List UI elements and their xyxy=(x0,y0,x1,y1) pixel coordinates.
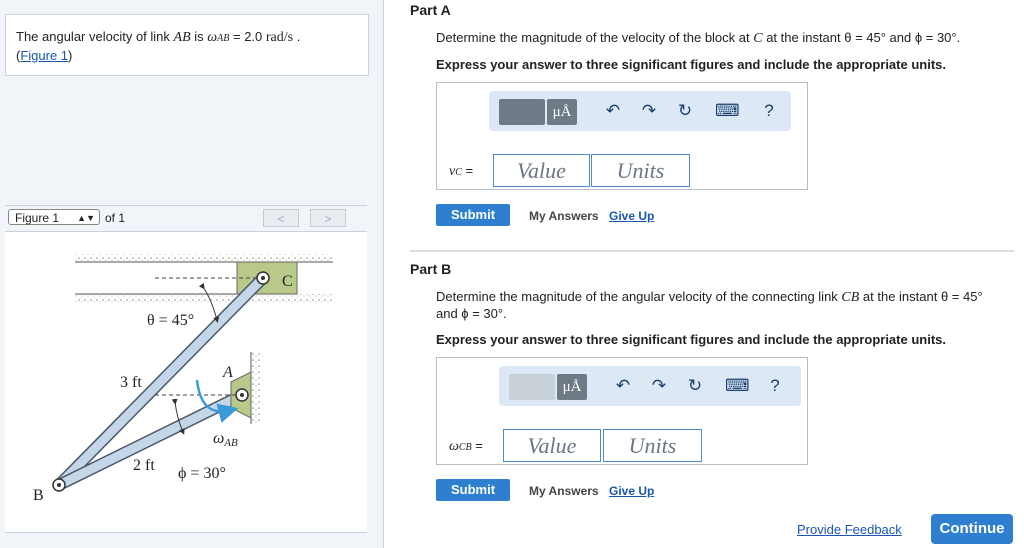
part-b-submit-button[interactable]: Submit xyxy=(436,479,510,501)
left-panel: The angular velocity of link AB is ωAB =… xyxy=(0,0,383,548)
figure-navigation: Figure 1 ▲▼ of 1 < > xyxy=(5,205,367,230)
undo-icon[interactable]: ↶ xyxy=(603,101,623,121)
lower-guide xyxy=(75,294,333,302)
label-b: B xyxy=(33,487,44,504)
label-a: A xyxy=(222,364,233,381)
help-icon[interactable]: ? xyxy=(765,376,785,396)
figure-area: C A B θ = 45° 3 ft 2 ft ωAB ϕ = 30° xyxy=(5,231,367,533)
help-icon[interactable]: ? xyxy=(759,101,779,121)
keyboard-icon[interactable]: ⌨ xyxy=(715,101,740,121)
part-a-submit-button[interactable]: Submit xyxy=(436,204,510,226)
continue-button[interactable]: Continue xyxy=(931,514,1013,544)
part-a-toolbar: μÅ ↶ ↷ ↻ ⌨ ? xyxy=(489,91,791,131)
part-a-title: Part A xyxy=(410,2,451,18)
part-b-toolbar: μÅ ↶ ↷ ↻ ⌨ ? xyxy=(499,366,801,406)
part-b-give-up[interactable]: Give Up xyxy=(609,484,654,498)
redo-icon[interactable]: ↷ xyxy=(639,101,659,121)
figure-count: of 1 xyxy=(105,211,126,225)
part-b-my-answers[interactable]: My Answers xyxy=(529,484,599,498)
length-3ft-label: 3 ft xyxy=(120,374,142,391)
next-figure-button[interactable]: > xyxy=(310,209,346,227)
part-b-instruction: Express your answer to three significant… xyxy=(436,332,946,347)
prev-figure-button[interactable]: < xyxy=(263,209,299,227)
chevron-left-icon: < xyxy=(277,212,285,226)
undo-icon[interactable]: ↶ xyxy=(613,376,633,396)
keyboard-icon[interactable]: ⌨ xyxy=(725,376,750,396)
chevron-right-icon: > xyxy=(324,212,332,226)
theta-label: θ = 45° xyxy=(147,312,194,329)
problem-text: The angular velocity of link AB is ωAB =… xyxy=(16,29,301,63)
part-a-my-answers[interactable]: My Answers xyxy=(529,209,599,223)
part-b-question: Determine the magnitude of the angular v… xyxy=(436,289,983,321)
provide-feedback-link[interactable]: Provide Feedback xyxy=(797,522,902,537)
figure-select[interactable]: Figure 1 ▲▼ xyxy=(8,209,100,225)
part-a-instruction: Express your answer to three significant… xyxy=(436,57,946,72)
part-a-answer-label: vC = xyxy=(449,163,474,179)
templates-button[interactable] xyxy=(499,99,545,125)
redo-icon[interactable]: ↷ xyxy=(649,376,669,396)
part-b-units-input[interactable]: Units xyxy=(603,429,702,462)
templates-button[interactable] xyxy=(509,374,555,400)
upper-guide xyxy=(75,254,333,262)
part-a-question: Determine the magnitude of the velocity … xyxy=(436,30,961,46)
units-button[interactable]: μÅ xyxy=(557,374,587,400)
phi-label: ϕ = 30° xyxy=(178,465,226,482)
problem-statement: The angular velocity of link AB is ωAB =… xyxy=(5,14,369,76)
mechanism-diagram: C A B θ = 45° 3 ft 2 ft ωAB ϕ = 30° xyxy=(33,254,333,504)
length-2ft-label: 2 ft xyxy=(133,457,155,474)
part-a-units-input[interactable]: Units xyxy=(591,154,690,187)
part-a-value-input[interactable]: Value xyxy=(493,154,590,187)
part-a-answer-box: μÅ ↶ ↷ ↻ ⌨ ? vC = Value Units xyxy=(436,82,808,190)
part-b-answer-label: ωCB = xyxy=(449,438,483,454)
section-divider xyxy=(410,250,1014,252)
figure-link[interactable]: Figure 1 xyxy=(20,48,68,63)
units-button[interactable]: μÅ xyxy=(547,99,577,125)
part-b-title: Part B xyxy=(410,261,452,277)
part-a-give-up[interactable]: Give Up xyxy=(609,209,654,223)
reset-icon[interactable]: ↻ xyxy=(675,101,695,121)
part-b-answer-box: μÅ ↶ ↷ ↻ ⌨ ? ωCB = Value Units xyxy=(436,357,808,465)
reset-icon[interactable]: ↻ xyxy=(685,376,705,396)
wall-support xyxy=(251,352,261,424)
label-c: C xyxy=(282,273,293,290)
omega-label: ωAB xyxy=(213,430,238,449)
part-b-value-input[interactable]: Value xyxy=(503,429,601,462)
updown-icon: ▲▼ xyxy=(77,213,95,223)
right-panel: Part A Determine the magnitude of the ve… xyxy=(384,0,1024,548)
theta-arc xyxy=(198,282,220,323)
